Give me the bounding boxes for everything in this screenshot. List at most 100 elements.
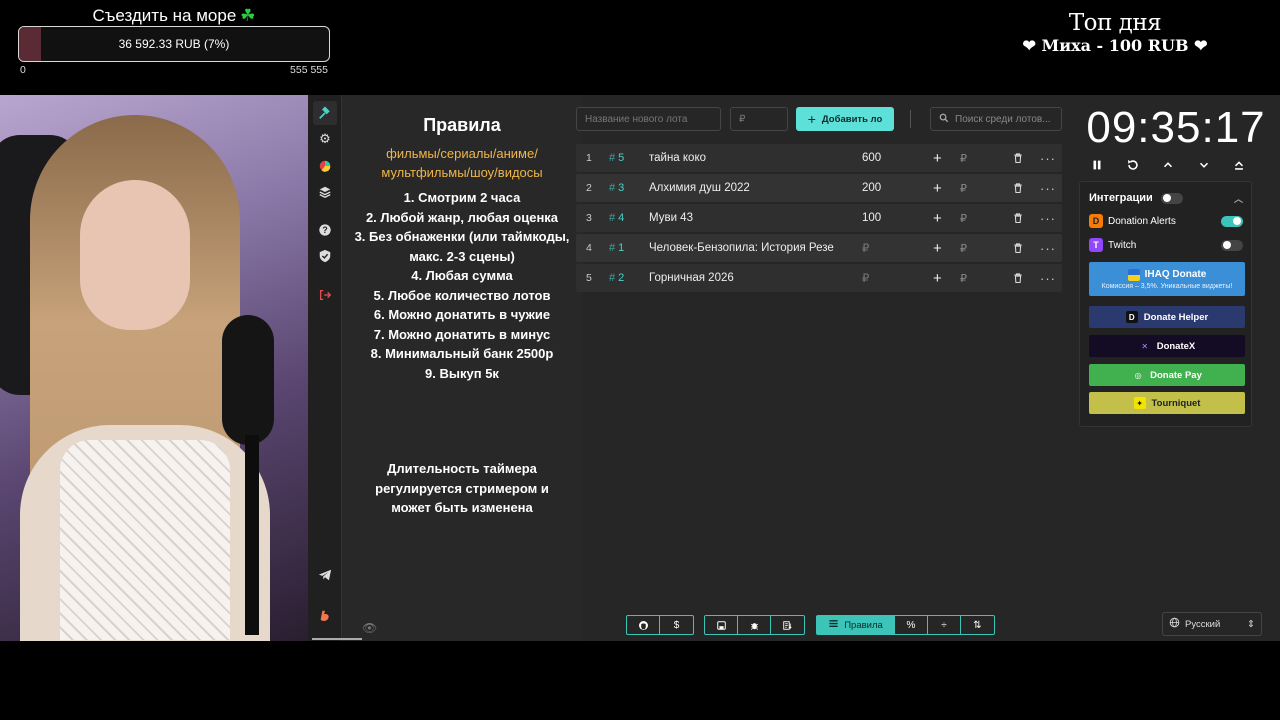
telegram-icon[interactable]: [313, 563, 337, 587]
pause-icon[interactable]: [1086, 155, 1108, 175]
reset-icon[interactable]: [1122, 155, 1144, 175]
lot-index: 2: [586, 182, 592, 194]
donate-pay-button[interactable]: ◎ Donate Pay: [1089, 364, 1245, 386]
chevron-down-icon[interactable]: [1193, 155, 1215, 175]
github-icon[interactable]: [627, 616, 660, 634]
help-icon[interactable]: ?: [313, 218, 337, 242]
tourniquet-label: Tourniquet: [1151, 397, 1201, 409]
wheel-chart-icon[interactable]: [313, 154, 337, 178]
ihaq-title: IHAQ Donate: [1144, 269, 1207, 280]
lot-amount[interactable]: 100: [862, 212, 881, 224]
rules-categories: фильмы/сериалы/аниме/ мультфильмы/шоу/ви…: [381, 146, 543, 180]
tourniquet-icon: ✦: [1133, 397, 1146, 409]
add-amount-icon[interactable]: +: [933, 240, 942, 257]
donatex-button[interactable]: ✕ DonateX: [1089, 335, 1245, 357]
lot-amount[interactable]: ₽: [862, 271, 869, 285]
divider: [910, 110, 911, 128]
bug-icon[interactable]: [738, 616, 771, 634]
donate-pay-label: Donate Pay: [1150, 369, 1202, 381]
lot-fast-id[interactable]: #1: [609, 242, 624, 254]
new-lot-amount-input[interactable]: ₽: [730, 107, 788, 131]
lot-row[interactable]: 5 #2 Горничная 2026 ₽ + ₽ ···: [576, 264, 1062, 292]
lot-amount[interactable]: 200: [862, 182, 881, 194]
list-export-icon[interactable]: [771, 616, 804, 634]
toolbar-group-files: [704, 615, 805, 635]
logout-icon[interactable]: [313, 283, 337, 307]
rule-item: 2. Любой жанр, любая оценка: [365, 209, 559, 225]
lot-name[interactable]: Человек-Бензопила: История Резе: [649, 242, 839, 254]
lot-name[interactable]: тайна коко: [649, 152, 839, 164]
add-amount-icon[interactable]: +: [933, 150, 942, 167]
lot-currency-input[interactable]: ₽: [960, 152, 967, 165]
integrations-toggle[interactable]: [1160, 192, 1183, 204]
rule-item: 8. Минимальный банк 2500р: [370, 346, 554, 361]
more-options-icon[interactable]: ···: [1040, 151, 1056, 166]
lot-row[interactable]: 2 #3 Алхимия душ 2022 200 + ₽ ···: [576, 174, 1062, 202]
auction-hammer-icon[interactable]: [313, 101, 337, 125]
trash-icon[interactable]: [1012, 242, 1024, 254]
trash-icon[interactable]: [1012, 182, 1024, 194]
lot-name[interactable]: Муви 43: [649, 212, 839, 224]
rules-view-button[interactable]: Правила: [817, 616, 895, 634]
ihaq-donate-button[interactable]: IHAQ Donate Комиссия – 3,5%. Уникальные …: [1089, 262, 1245, 296]
trash-icon[interactable]: [1012, 272, 1024, 284]
more-options-icon[interactable]: ···: [1040, 211, 1056, 226]
donation-alerts-toggle[interactable]: [1221, 215, 1243, 227]
lot-fast-id-value: 4: [618, 212, 625, 224]
trash-icon[interactable]: [1012, 152, 1024, 164]
chevron-up-icon[interactable]: ︿: [1234, 192, 1243, 205]
more-options-icon[interactable]: ···: [1040, 271, 1056, 286]
add-lot-button[interactable]: + Добавить ло: [796, 107, 894, 131]
lot-fast-id[interactable]: #3: [609, 182, 624, 194]
lot-search-input[interactable]: Поиск среди лотов...: [930, 107, 1062, 131]
lot-currency-input[interactable]: ₽: [960, 212, 967, 225]
more-options-icon[interactable]: ···: [1040, 241, 1056, 256]
lot-amount[interactable]: ₽: [862, 241, 869, 255]
percent-icon[interactable]: %: [895, 616, 928, 634]
save-icon[interactable]: [705, 616, 738, 634]
add-amount-icon[interactable]: +: [933, 270, 942, 287]
rules-list: 1. Смотрим 2 часа 2. Любой жанр, любая о…: [342, 188, 582, 383]
layers-icon[interactable]: [313, 180, 337, 204]
add-amount-icon[interactable]: +: [933, 180, 942, 197]
lot-row[interactable]: 4 #1 Человек-Бензопила: История Резе ₽ + ₽ ···: [576, 234, 1062, 262]
rule-item: 9. Выкуп 5к: [425, 365, 499, 381]
language-select[interactable]: Русский ⇕: [1162, 612, 1262, 636]
donate-helper-label: Donate Helper: [1143, 311, 1209, 323]
lot-row[interactable]: 1 #5 тайна коко 600 + ₽ ···: [576, 144, 1062, 172]
rules-panel: Правила фильмы/сериалы/аниме/ мультфильм…: [342, 95, 582, 641]
lot-name[interactable]: Горничная 2026: [649, 272, 839, 284]
sort-icon[interactable]: ⇅: [961, 616, 994, 634]
timer-controls: [1086, 155, 1250, 175]
lot-name[interactable]: Алхимия душ 2022: [649, 182, 839, 194]
webcam-feed: [0, 95, 308, 641]
twitch-toggle[interactable]: [1221, 239, 1243, 251]
dollar-icon[interactable]: $: [660, 616, 693, 634]
lot-row[interactable]: 3 #4 Муви 43 100 + ₽ ···: [576, 204, 1062, 232]
lot-currency-input[interactable]: ₽: [960, 182, 967, 195]
lot-fast-id[interactable]: #2: [609, 272, 624, 284]
shield-icon[interactable]: [313, 244, 337, 268]
eye-icon[interactable]: 👁: [362, 621, 377, 635]
divide-icon[interactable]: ÷: [928, 616, 961, 634]
rules-list-icon: [828, 618, 839, 632]
lot-fast-id[interactable]: #5: [609, 152, 624, 164]
donate-helper-button[interactable]: D Donate Helper: [1089, 306, 1245, 328]
add-amount-icon[interactable]: +: [933, 210, 942, 227]
twitch-label: Twitch: [1108, 239, 1137, 251]
boosty-icon[interactable]: [313, 604, 337, 628]
tourniquet-button[interactable]: ✦ Tourniquet: [1089, 392, 1245, 414]
chevron-up-icon[interactable]: [1157, 155, 1179, 175]
plus-icon: +: [807, 111, 816, 127]
more-options-icon[interactable]: ···: [1040, 181, 1056, 196]
lot-amount[interactable]: 600: [862, 152, 881, 164]
trash-icon[interactable]: [1012, 212, 1024, 224]
double-chevron-up-icon[interactable]: [1228, 155, 1250, 175]
lot-currency-input[interactable]: ₽: [960, 242, 967, 255]
settings-gear-icon[interactable]: ⚙: [313, 127, 337, 151]
auction-app: ⚙ ? Правила фильмы/сериалы/аниме/ мультф…: [308, 95, 1280, 641]
lot-currency-input[interactable]: ₽: [960, 272, 967, 285]
lot-fast-id[interactable]: #4: [609, 212, 624, 224]
new-lot-name-input[interactable]: Название нового лота: [576, 107, 721, 131]
search-icon: [939, 113, 949, 126]
